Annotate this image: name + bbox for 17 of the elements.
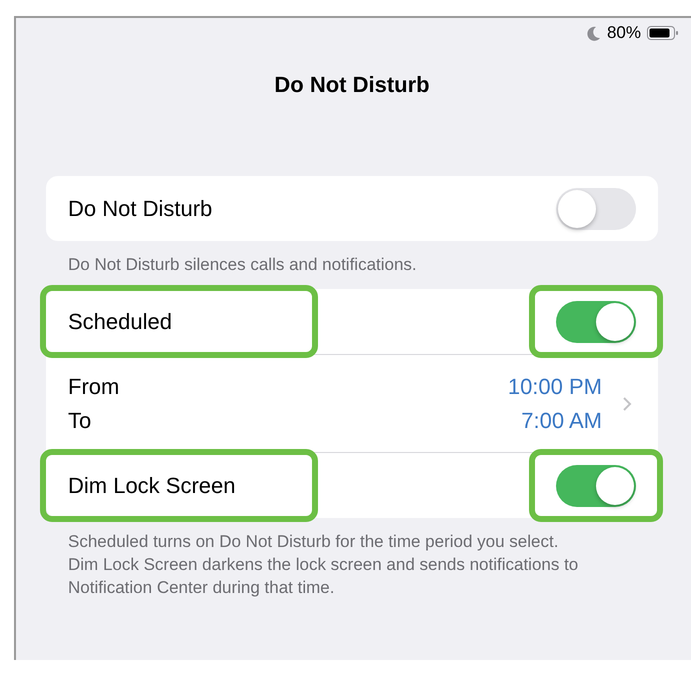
chevron-icon <box>622 396 632 412</box>
from-label: From <box>68 374 120 400</box>
toggle-switch[interactable] <box>556 300 636 342</box>
battery-percentage: 80% <box>606 23 641 43</box>
toggle-switch[interactable] <box>556 188 636 230</box>
setting-label: Dim Lock Screen <box>68 472 236 498</box>
setting-label: Do Not Disturb <box>68 196 212 222</box>
footer-note: Scheduled turns on Do Not Disturb for the time period you select. Dim Lock Screen darkens the lock screen and sends notifications to Notification Center during that time. <box>68 531 580 599</box>
to-time: 7:00 AM <box>521 408 602 434</box>
battery-icon <box>647 25 679 41</box>
schedule-range-row[interactable]: From To 10:00 PM 7:00 AM <box>46 355 658 452</box>
setting-label: Scheduled <box>68 308 172 334</box>
from-time: 10:00 PM <box>508 374 602 400</box>
to-label: To <box>68 408 92 434</box>
toggle-switch[interactable] <box>556 464 636 506</box>
page-title: Do Not Disturb <box>273 71 431 99</box>
footer-note: Do Not Disturb silences calls and notifications. <box>68 254 418 276</box>
